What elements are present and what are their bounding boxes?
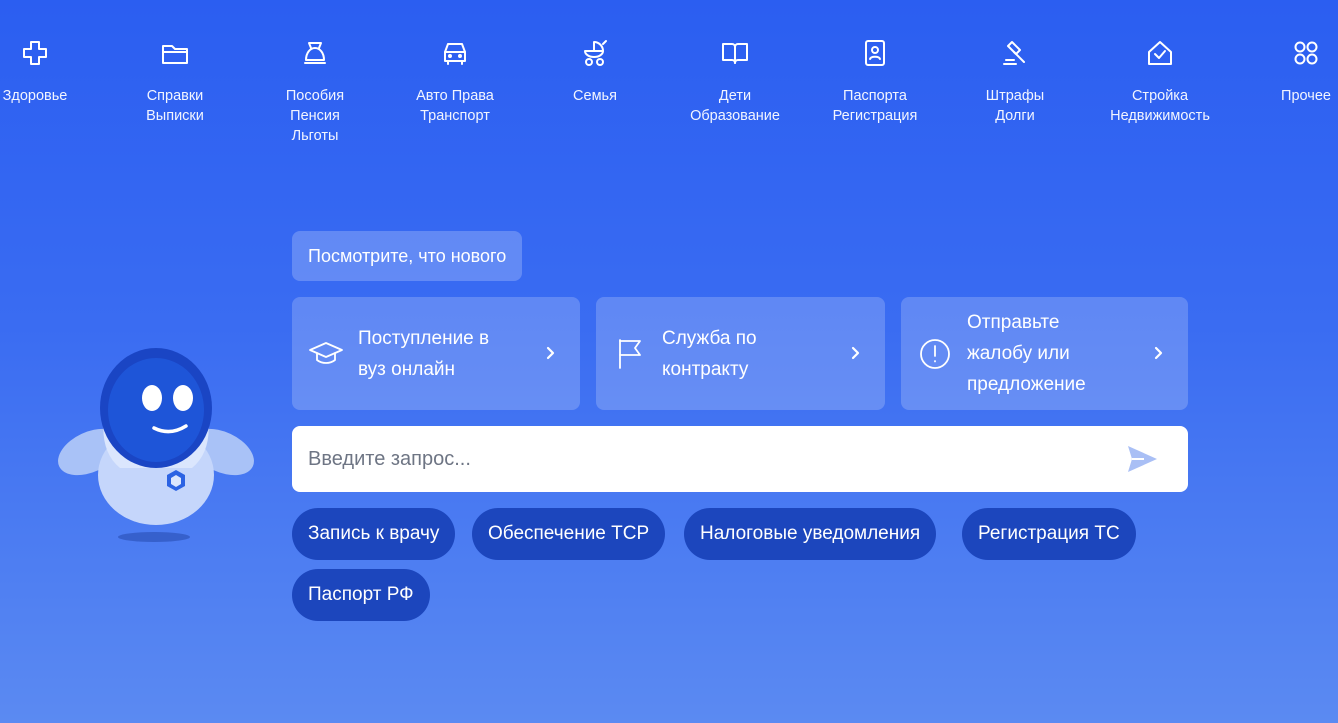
send-icon[interactable] bbox=[1124, 441, 1160, 477]
category-other[interactable]: Прочее bbox=[1236, 36, 1338, 106]
card-text: Поступление в вуз онлайн bbox=[358, 327, 490, 380]
chip-vehicle-registration[interactable]: Регистрация ТС bbox=[962, 508, 1136, 560]
chip-doctor-appointment[interactable]: Запись к врачу bbox=[292, 508, 456, 560]
graduation-cap-icon bbox=[306, 336, 346, 372]
card-contract-service[interactable]: Служба по контракту bbox=[596, 297, 885, 410]
category-label: Дети Образование bbox=[690, 88, 780, 124]
passport-icon bbox=[858, 36, 892, 70]
grid-icon bbox=[1289, 36, 1323, 70]
category-label: Стройка Недвижимость bbox=[1110, 88, 1210, 124]
piggy-bank-icon bbox=[298, 36, 332, 70]
category-label: Прочее bbox=[1281, 88, 1331, 104]
category-auto[interactable]: Авто Права Транспорт bbox=[385, 36, 525, 126]
card-university-admission[interactable]: Поступление в вуз онлайн bbox=[292, 297, 580, 410]
chip-passport-rf[interactable]: Паспорт РФ bbox=[292, 569, 430, 621]
category-nav: Здоровье Справки Выписки Пособия Пенсия … bbox=[0, 0, 1338, 160]
category-label: Пособия Пенсия Льготы bbox=[285, 88, 345, 144]
category-passports[interactable]: Паспорта Регистрация bbox=[805, 36, 945, 126]
category-real-estate[interactable]: Стройка Недвижимость bbox=[1090, 36, 1230, 126]
chevron-right-icon bbox=[542, 340, 560, 366]
chip-tsr-provision[interactable]: Обеспечение ТСР bbox=[472, 508, 666, 560]
category-health[interactable]: Здоровье bbox=[0, 36, 105, 106]
car-icon bbox=[438, 36, 472, 70]
category-label: Семья bbox=[573, 88, 617, 104]
search-input[interactable] bbox=[308, 447, 1124, 471]
chevron-right-icon bbox=[847, 340, 865, 366]
whats-new-button[interactable]: Посмотрите, что нового bbox=[292, 231, 523, 281]
category-label: Паспорта Регистрация bbox=[832, 88, 918, 124]
card-complaint[interactable]: Отправьте жалобу или предложение bbox=[901, 297, 1188, 410]
chevron-right-icon bbox=[1150, 340, 1168, 366]
folder-icon bbox=[158, 36, 192, 70]
category-documents[interactable]: Справки Выписки bbox=[105, 36, 245, 126]
plus-icon bbox=[18, 36, 52, 70]
card-text: Отправьте жалобу или предложение bbox=[967, 312, 1086, 395]
exclamation-circle-icon bbox=[915, 336, 955, 372]
chip-tax-notifications[interactable]: Налоговые уведомления bbox=[684, 508, 937, 560]
category-children[interactable]: Дети Образование bbox=[665, 36, 805, 126]
book-icon bbox=[718, 36, 752, 70]
stroller-icon bbox=[578, 36, 612, 70]
category-benefits[interactable]: Пособия Пенсия Льготы bbox=[245, 36, 385, 146]
category-label: Здоровье bbox=[2, 88, 68, 104]
category-label: Авто Права Транспорт bbox=[416, 88, 494, 124]
gavel-icon bbox=[998, 36, 1032, 70]
category-label: Штрафы Долги bbox=[985, 88, 1045, 124]
search-bar bbox=[292, 426, 1188, 492]
card-text: Служба по контракту bbox=[662, 327, 757, 380]
category-fines[interactable]: Штрафы Долги bbox=[945, 36, 1085, 126]
assistant-robot-image[interactable] bbox=[50, 340, 265, 555]
category-label: Справки Выписки bbox=[146, 88, 204, 124]
house-check-icon bbox=[1143, 36, 1177, 70]
flag-icon bbox=[610, 336, 650, 372]
category-family[interactable]: Семья bbox=[525, 36, 665, 106]
